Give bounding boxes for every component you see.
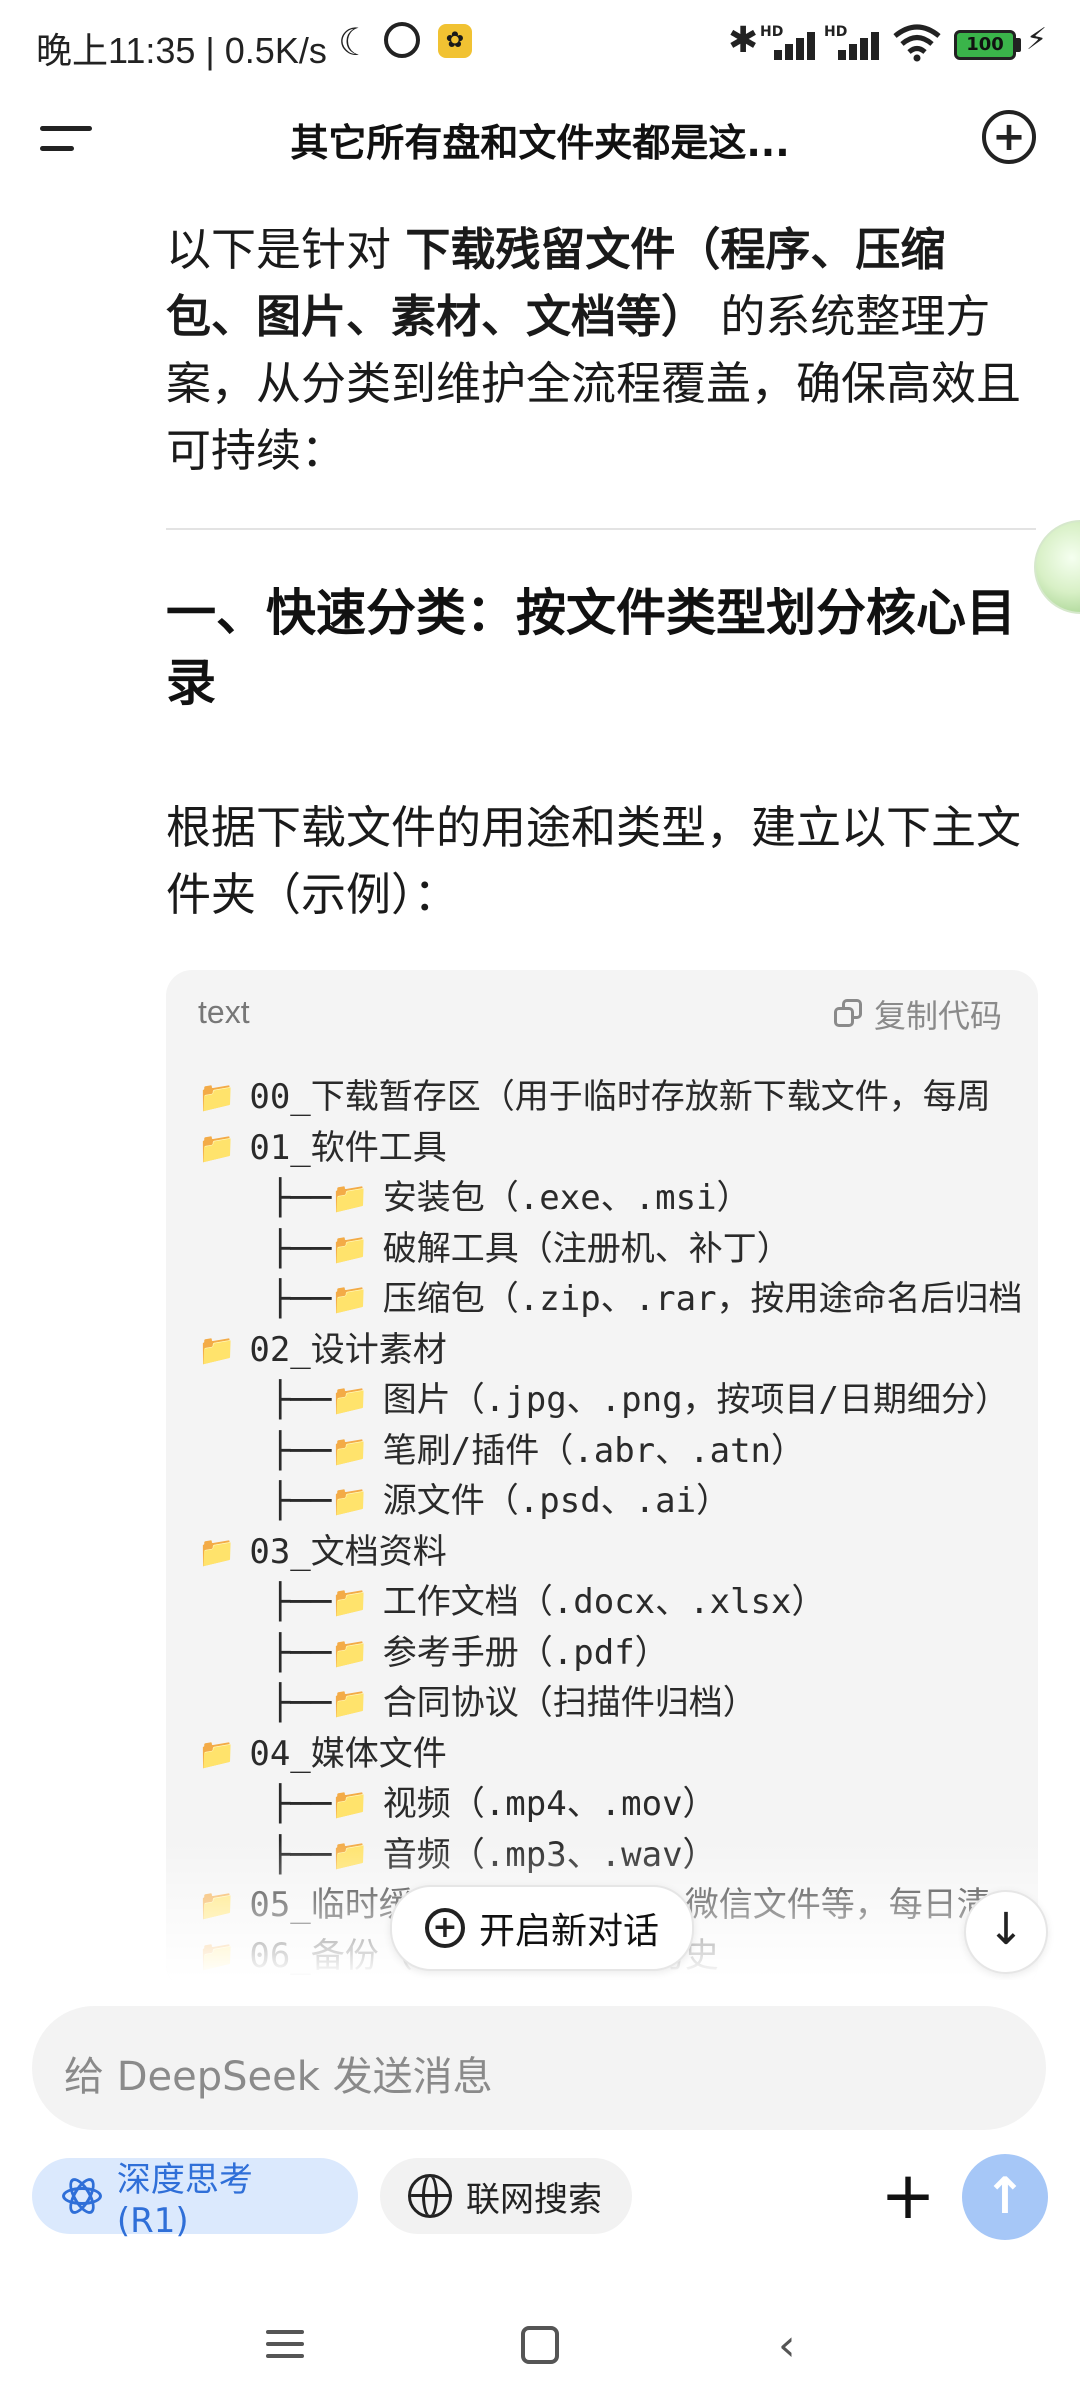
battery-icon: 100 — [954, 30, 1016, 60]
code-line-text: 源文件（.psd、.ai） — [382, 1481, 731, 1521]
atom-icon — [60, 2174, 103, 2218]
copy-icon — [833, 999, 864, 1029]
new-chat-button[interactable]: + — [982, 110, 1036, 164]
code-line-text: 03_文档资料 — [249, 1531, 447, 1572]
back-nav-icon[interactable]: ‹ — [778, 2320, 796, 2371]
code-line-text: 01_软件工具 — [249, 1127, 447, 1168]
code-line: 📁 03_文档资料 — [198, 1527, 1038, 1578]
copy-code-button[interactable]: 复制代码 — [833, 992, 1002, 1036]
code-line-text: 工作文档（.docx、.xlsx） — [382, 1582, 826, 1622]
code-line: 📁 01_软件工具 — [198, 1123, 1038, 1174]
signal-1-icon: HD — [760, 24, 816, 60]
divider — [166, 528, 1036, 530]
scroll-down-button[interactable]: ↓ — [964, 1890, 1048, 1974]
code-line: ├──📁 安装包（.exe、.msi） — [198, 1173, 1038, 1224]
intro-paragraph: 以下是针对 下载残留文件（程序、压缩包、图片、素材、文档等） 的系统整理方案，从… — [166, 223, 1022, 477]
code-line: ├──📁 破解工具（注册机、补丁） — [198, 1224, 1038, 1275]
tree-branch: ├── — [270, 1380, 332, 1420]
code-line: 📁 02_设计素材 — [198, 1325, 1038, 1376]
code-line: 📁 00_下载暂存区（用于临时存放新下载文件，每周 — [198, 1072, 1038, 1123]
charging-icon: ⚡ — [1026, 22, 1048, 57]
code-block: text 复制代码 📁 00_下载暂存区（用于临时存放新下载文件，每周 📁 01_软件… — [166, 970, 1038, 1980]
folder-icon: 📁 — [331, 1484, 369, 1520]
code-line-text: 参考手册（.pdf） — [382, 1632, 669, 1673]
code-line-text: 04_媒体文件 — [249, 1733, 447, 1774]
recents-nav-icon[interactable] — [266, 2328, 304, 2362]
tree-branch: ├── — [270, 1178, 332, 1218]
code-line-text: 02_设计素材 — [249, 1329, 447, 1370]
code-line-text: 破解工具（注册机、补丁） — [382, 1228, 791, 1269]
chat-content[interactable]: 以下是针对 下载残留文件（程序、压缩包、图片、素材、文档等） 的系统整理方案，从… — [0, 190, 1080, 1980]
folder-icon: 📁 — [198, 1534, 236, 1570]
tree-branch: ├── — [270, 1481, 332, 1521]
system-navigation-bar: ‹ — [0, 2296, 1080, 2401]
code-line: 📁 04_媒体文件 — [198, 1729, 1038, 1780]
message-input[interactable]: 给 DeepSeek 发送消息 — [32, 2006, 1046, 2130]
tree-branch: ├── — [270, 1228, 332, 1269]
tree-branch: ├── — [270, 1784, 332, 1824]
message-placeholder: 给 DeepSeek 发送消息 — [64, 2054, 493, 2100]
folder-icon: 📁 — [198, 1080, 236, 1116]
code-line: ├──📁 视频（.mp4、.mov） — [198, 1779, 1038, 1830]
code-line-text: 笔刷/插件（.abr、.atn） — [382, 1430, 806, 1471]
code-language-label: text — [198, 994, 250, 1030]
folder-icon: 📁 — [331, 1383, 369, 1419]
deep-think-toggle[interactable]: 深度思考 (R1) — [32, 2158, 358, 2241]
send-button[interactable]: ↑ — [962, 2154, 1048, 2240]
folder-icon: 📁 — [331, 1282, 369, 1318]
status-bar: 晚上11:35 | 0.5K/s ☾ ✿ ✱ HD HD 100 ⚡ — [0, 0, 1080, 90]
plus-circle-icon: + — [424, 1908, 465, 1948]
code-line: ├──📁 图片（.jpg、.png，按项目/日期细分） — [198, 1375, 1038, 1426]
code-line-text: 压缩包（.zip、.rar，按用途命名后归档 — [382, 1279, 1023, 1319]
folder-icon: 📁 — [331, 1433, 369, 1469]
menu-icon[interactable] — [40, 120, 96, 160]
code-line: ├──📁 压缩包（.zip、.rar，按用途命名后归档 — [198, 1274, 1038, 1325]
folder-icon: 📁 — [331, 1181, 369, 1217]
top-app-bar: 其它所有盘和文件夹都是这... + — [0, 90, 1080, 190]
folder-icon: 📁 — [331, 1686, 369, 1722]
code-line: ├──📁 参考手册（.pdf） — [198, 1628, 1038, 1679]
plus-icon: + — [992, 114, 1026, 160]
alarm-icon — [384, 22, 420, 58]
home-nav-icon[interactable] — [521, 2326, 559, 2364]
folder-icon: 📁 — [331, 1585, 369, 1621]
floating-assistant-bubble[interactable] — [1034, 520, 1080, 614]
code-line: ├──📁 合同协议（扫描件归档） — [198, 1678, 1038, 1729]
status-time: 晚上11:35 | 0.5K/s — [36, 30, 327, 71]
code-line-text: 安装包（.exe、.msi） — [382, 1178, 751, 1218]
code-line: ├──📁 笔刷/插件（.abr、.atn） — [198, 1426, 1038, 1477]
code-line: ├──📁 源文件（.psd、.ai） — [198, 1476, 1038, 1527]
folder-icon: 📁 — [331, 1635, 369, 1671]
signal-2-icon: HD — [824, 24, 880, 60]
conversation-title: 其它所有盘和文件夹都是这... — [290, 121, 790, 165]
code-line-text: 00_下载暂存区（用于临时存放新下载文件，每周 — [249, 1077, 991, 1117]
folder-icon: 📁 — [331, 1231, 369, 1267]
code-line: ├──📁 工作文档（.docx、.xlsx） — [198, 1577, 1038, 1628]
section-heading: 一、快速分类：按文件类型划分核心目录 — [166, 584, 1016, 712]
folder-icon: 📁 — [198, 1736, 236, 1772]
folder-icon: 📁 — [198, 1332, 236, 1368]
add-attachment-button[interactable]: + — [872, 2160, 944, 2232]
app-notification-icon: ✿ — [438, 24, 472, 58]
tree-branch: ├── — [270, 1683, 332, 1723]
globe-icon — [408, 2174, 452, 2218]
start-new-conversation-button[interactable]: + 开启新对话 — [390, 1885, 694, 1971]
tree-branch: ├── — [270, 1632, 332, 1673]
moon-icon: ☾ — [338, 20, 373, 64]
code-line-text: 合同协议（扫描件归档） — [382, 1683, 757, 1723]
tree-branch: ├── — [270, 1430, 332, 1471]
code-line-text: 图片（.jpg、.png，按项目/日期细分） — [382, 1380, 1010, 1420]
tree-branch: ├── — [270, 1279, 332, 1319]
code-line-text: 视频（.mp4、.mov） — [382, 1784, 717, 1824]
web-search-toggle[interactable]: 联网搜索 — [380, 2158, 632, 2234]
bluetooth-icon: ✱ — [728, 20, 759, 61]
folder-icon: 📁 — [331, 1787, 369, 1823]
tree-branch: ├── — [270, 1582, 332, 1622]
battery-tip — [1016, 38, 1021, 52]
sub-paragraph: 根据下载文件的用途和类型，建立以下主文件夹（示例）： — [166, 801, 1022, 921]
wifi-icon — [893, 24, 941, 62]
folder-icon: 📁 — [198, 1130, 236, 1166]
